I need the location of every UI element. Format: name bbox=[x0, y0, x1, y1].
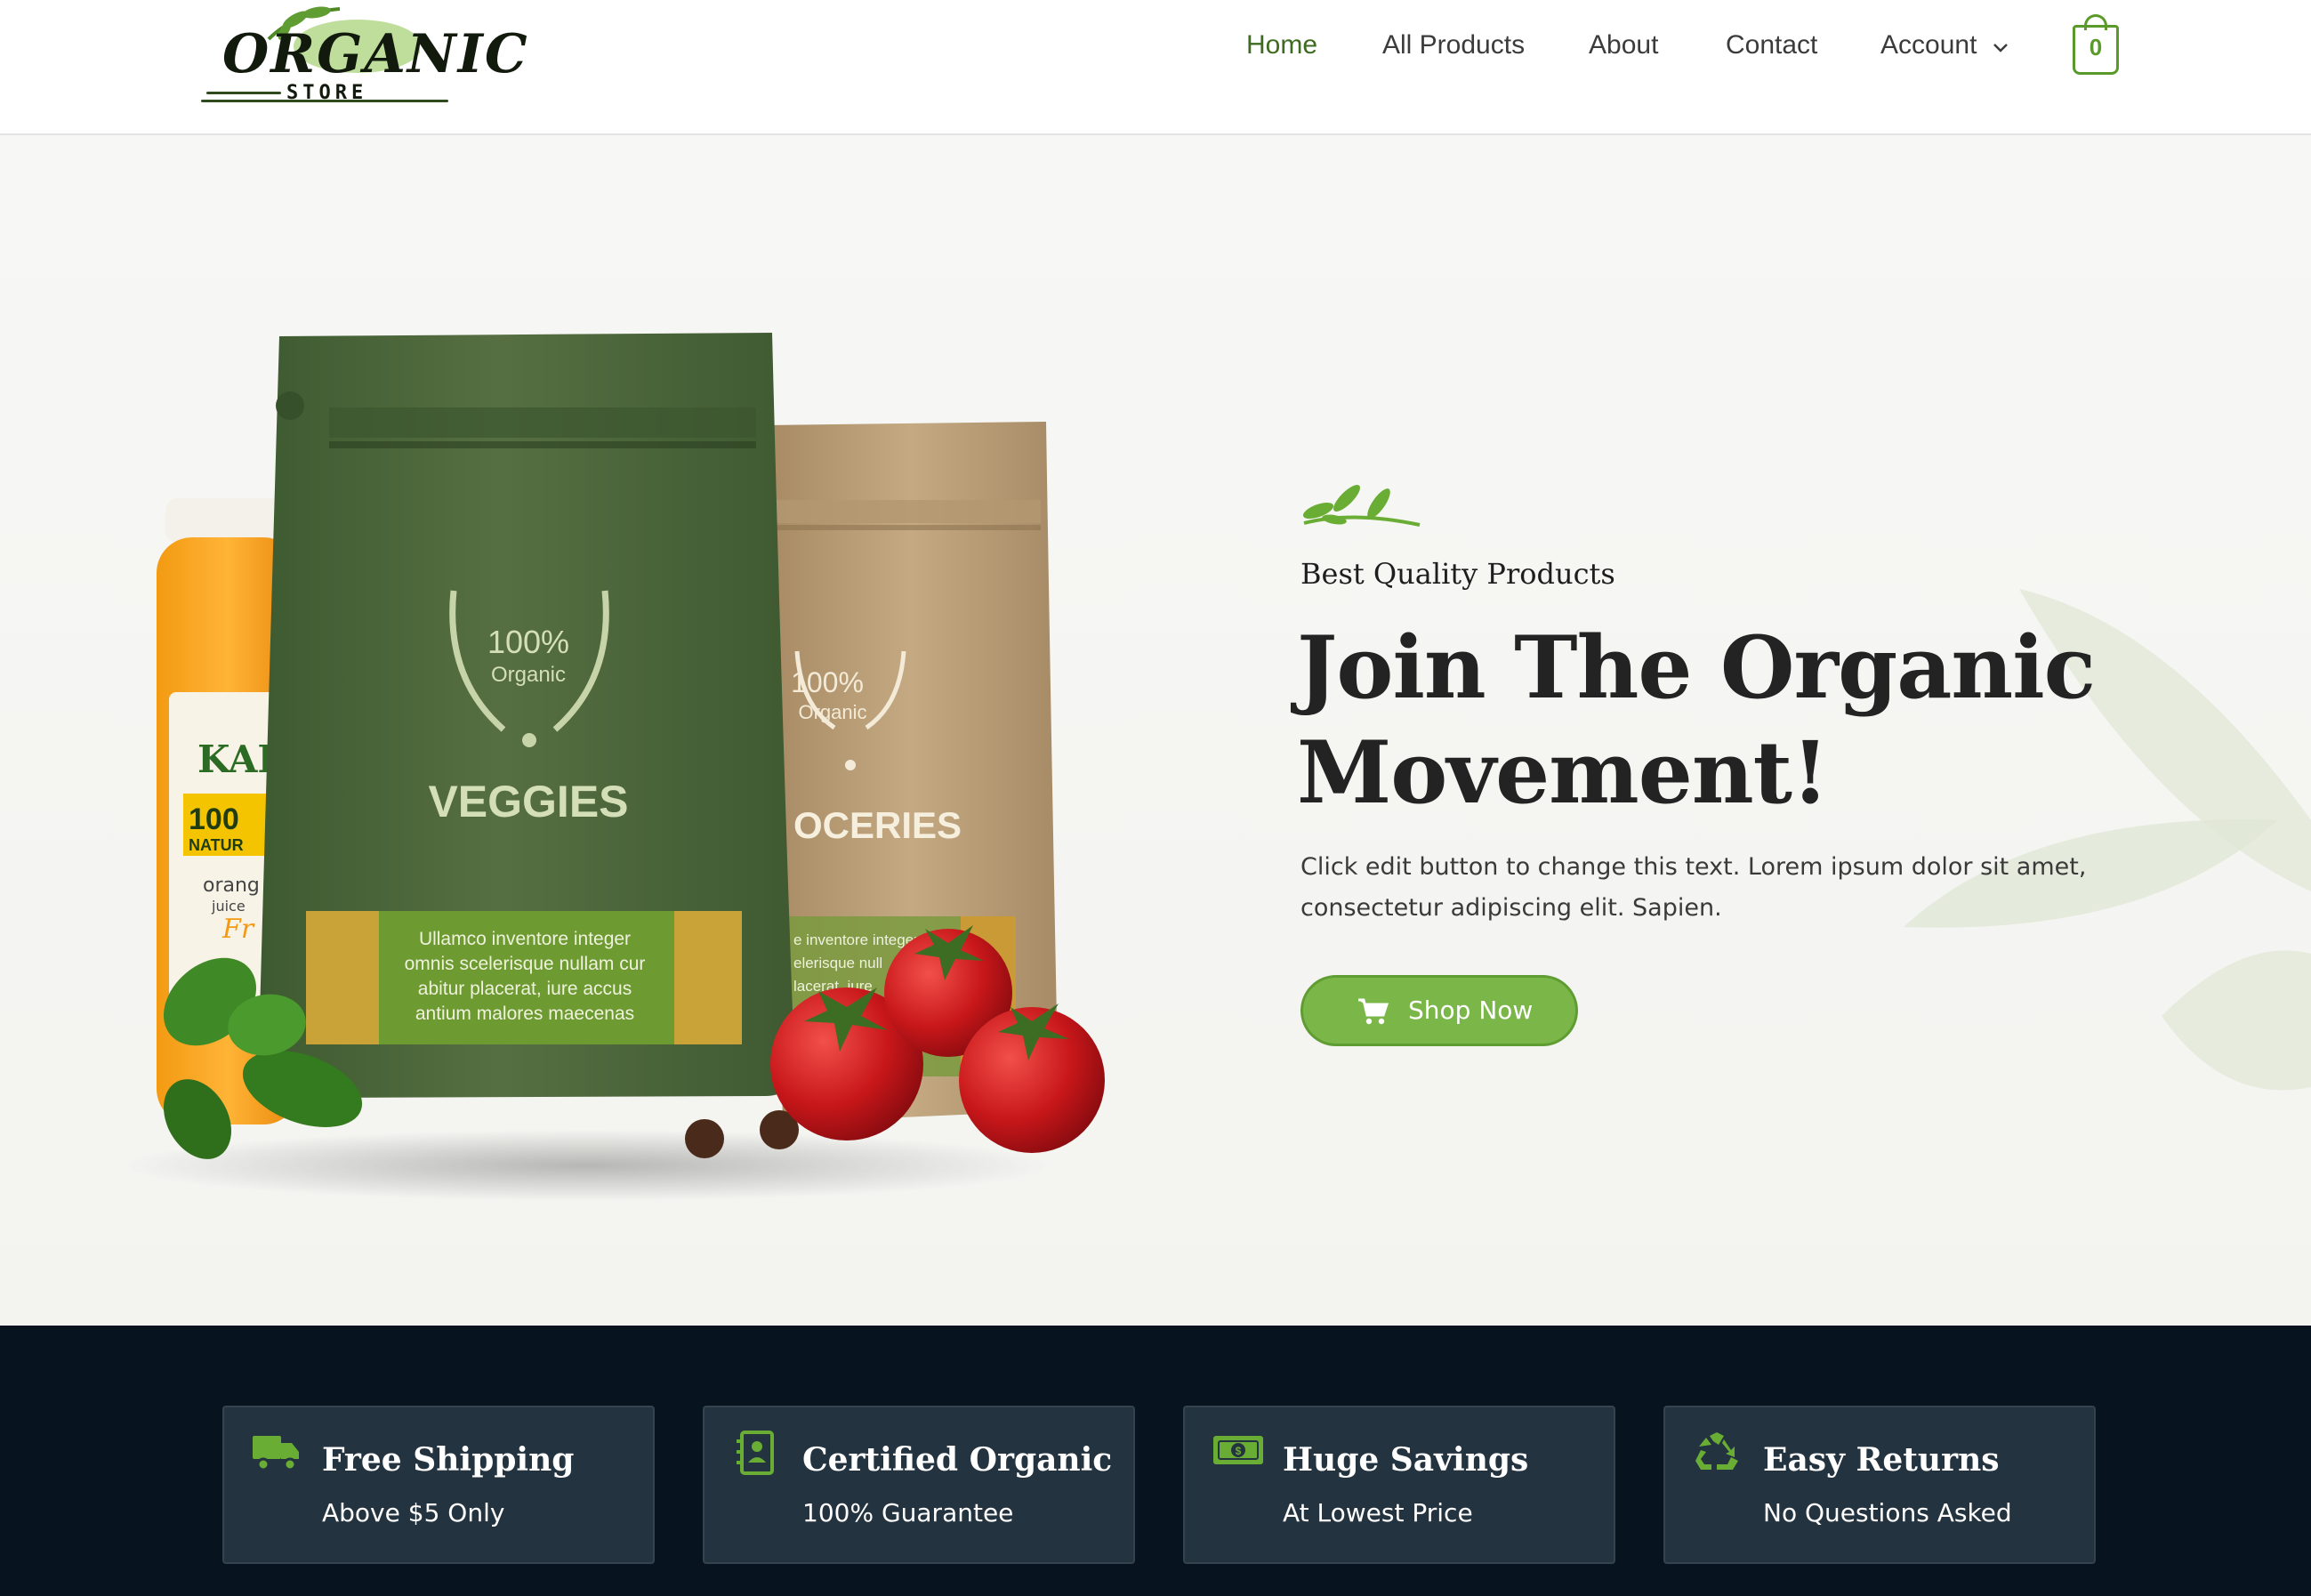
nav-account[interactable]: Account bbox=[1880, 30, 1977, 60]
svg-text:100%: 100% bbox=[791, 666, 864, 698]
shop-now-button[interactable]: Shop Now bbox=[1300, 975, 1578, 1046]
nav-all-products[interactable]: All Products bbox=[1382, 30, 1525, 60]
hero-description: Click edit button to change this text. L… bbox=[1300, 847, 2101, 929]
hero-product-image: KAR 100 NATUR orang juice Fr 100% Organi… bbox=[125, 333, 1105, 1201]
svg-text:Fr: Fr bbox=[221, 914, 255, 945]
nav-contact[interactable]: Contact bbox=[1726, 30, 1817, 60]
hero-section: KAR 100 NATUR orang juice Fr 100% Organi… bbox=[0, 135, 2311, 1326]
svg-text:Organic: Organic bbox=[491, 663, 566, 687]
feature-card-free-shipping: Free Shipping Above $5 Only bbox=[222, 1406, 655, 1564]
hero-eyebrow: Best Quality Products bbox=[1300, 557, 1615, 591]
feature-card-huge-savings: $ Huge Savings At Lowest Price bbox=[1183, 1406, 1615, 1564]
feature-card-certified-organic: Certified Organic 100% Guarantee bbox=[703, 1406, 1135, 1564]
svg-text:VEGGIES: VEGGIES bbox=[428, 777, 628, 826]
svg-text:antium malores maecenas: antium malores maecenas bbox=[415, 1004, 634, 1024]
hero-description-line-2: consectetur adipiscing elit. Sapien. bbox=[1300, 894, 1722, 922]
feature-title: Free Shipping bbox=[322, 1441, 575, 1479]
recycle-icon bbox=[1695, 1432, 1738, 1470]
certificate-icon bbox=[737, 1431, 774, 1475]
logo-underline-left bbox=[206, 92, 281, 94]
hero-title-line-1: Join The Organic bbox=[1297, 617, 2096, 718]
feature-subtitle: At Lowest Price bbox=[1283, 1498, 1473, 1527]
logo-underline bbox=[201, 100, 448, 102]
leaf-sprig-icon bbox=[1302, 485, 1421, 527]
hero-description-line-1: Click edit button to change this text. L… bbox=[1300, 853, 2087, 881]
feature-title: Huge Savings bbox=[1283, 1441, 1529, 1479]
svg-text:omnis scelerisque nullam cur: omnis scelerisque nullam cur bbox=[405, 954, 646, 974]
svg-text:OCERIES: OCERIES bbox=[793, 804, 962, 846]
shop-now-label: Shop Now bbox=[1408, 995, 1534, 1025]
nav-home[interactable]: Home bbox=[1246, 30, 1317, 60]
svg-text:Organic: Organic bbox=[798, 701, 866, 723]
svg-text:elerisque null: elerisque null bbox=[793, 955, 882, 971]
feature-title: Easy Returns bbox=[1763, 1441, 2000, 1479]
feature-subtitle: Above $5 Only bbox=[322, 1498, 505, 1527]
svg-text:$: $ bbox=[1236, 1445, 1242, 1457]
svg-text:NATUR: NATUR bbox=[189, 836, 244, 854]
chevron-down-icon[interactable] bbox=[1993, 43, 2009, 53]
hero-title-line-2: Movement! bbox=[1297, 722, 1829, 823]
feature-subtitle: No Questions Asked bbox=[1763, 1498, 2012, 1527]
svg-text:100%: 100% bbox=[487, 624, 569, 660]
feature-card-easy-returns: Easy Returns No Questions Asked bbox=[1663, 1406, 2096, 1564]
features-band: Free Shipping Above $5 Only Certified Or… bbox=[0, 1326, 2311, 1596]
feature-title: Certified Organic bbox=[802, 1441, 1113, 1479]
svg-text:Ullamco inventore integer: Ullamco inventore integer bbox=[419, 929, 631, 949]
cart-count[interactable]: 0 bbox=[2073, 34, 2119, 61]
site-header: ORGANIC STORE Home All Products About Co… bbox=[0, 0, 2311, 135]
feature-subtitle: 100% Guarantee bbox=[802, 1498, 1014, 1527]
svg-text:abitur placerat, iure accus: abitur placerat, iure accus bbox=[418, 979, 632, 999]
svg-text:juice: juice bbox=[211, 898, 246, 915]
svg-text:orang: orang bbox=[203, 875, 260, 897]
cart-icon bbox=[1358, 998, 1389, 1025]
svg-text:100: 100 bbox=[189, 802, 239, 836]
main-nav: Home All Products About Contact Account bbox=[0, 30, 2311, 69]
hero-title: Join The Organic Movement! bbox=[1297, 616, 2186, 826]
money-icon: $ bbox=[1213, 1436, 1263, 1464]
nav-about[interactable]: About bbox=[1589, 30, 1658, 60]
svg-text:e inventore integer: e inventore integer bbox=[793, 931, 919, 948]
truck-icon bbox=[253, 1436, 299, 1471]
veggies-bag: 100% Organic VEGGIES Ullamco inventore i… bbox=[258, 333, 795, 1098]
